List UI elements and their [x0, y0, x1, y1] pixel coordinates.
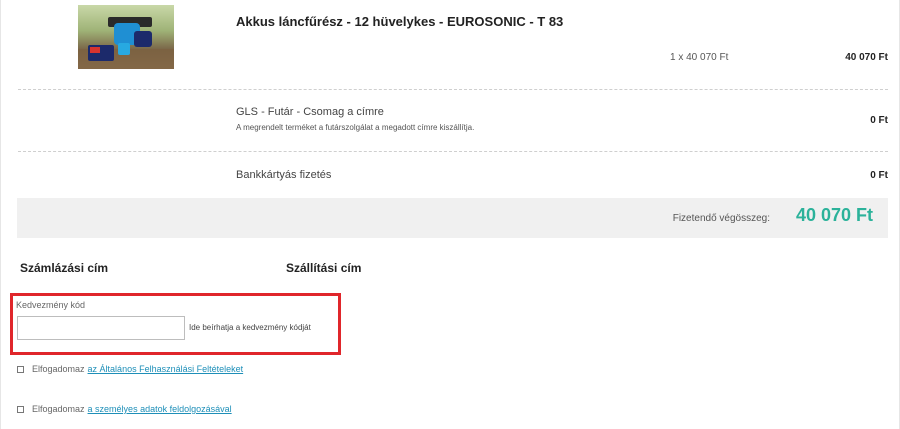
terms-consent-prefix: Elfogadomaz	[32, 364, 85, 374]
coupon-code-input[interactable]	[17, 316, 185, 340]
delivery-address-heading: Szállítási cím	[286, 261, 362, 275]
privacy-consent-prefix: Elfogadomaz	[32, 404, 85, 414]
coupon-label: Kedvezmény kód	[16, 300, 86, 310]
product-line-total: 40 070 Ft	[845, 52, 888, 63]
product-quantity-price: 1 x 40 070 Ft	[670, 52, 729, 63]
order-total-bar: Fizetendő végösszeg: 40 070 Ft	[17, 198, 888, 238]
billing-address-heading: Számlázási cím	[20, 261, 109, 275]
page-left-border	[0, 0, 1, 429]
total-label: Fizetendő végösszeg:	[672, 213, 770, 224]
privacy-link[interactable]: a személyes adatok feldolgozásával	[88, 404, 232, 414]
separator	[18, 151, 888, 152]
chainsaw-product-image	[78, 5, 174, 69]
coupon-hint: Ide beírhatja a kedvezmény kódját	[189, 323, 311, 332]
payment-method-title: Bankkártyás fizetés	[236, 169, 332, 181]
terms-checkbox[interactable]	[17, 365, 24, 373]
privacy-checkbox[interactable]	[17, 405, 24, 413]
terms-link[interactable]: az Általános Felhasználási Feltételeket	[88, 364, 244, 374]
privacy-consent-row[interactable]: Elfogadomaz a személyes adatok feldolgoz…	[17, 404, 232, 414]
terms-consent-row[interactable]: Elfogadomaz az Általános Felhasználási F…	[17, 364, 243, 374]
separator	[18, 89, 888, 90]
product-title[interactable]: Akkus láncfűrész - 12 hüvelykes - EUROSO…	[236, 14, 563, 29]
shipping-method-title: GLS - Futár - Csomag a címre	[236, 106, 384, 118]
shipping-method-description: A megrendelt terméket a futárszolgálat a…	[236, 123, 475, 132]
shipping-price: 0 Ft	[870, 115, 888, 126]
payment-price: 0 Ft	[870, 170, 888, 181]
total-value: 40 070 Ft	[795, 205, 873, 225]
